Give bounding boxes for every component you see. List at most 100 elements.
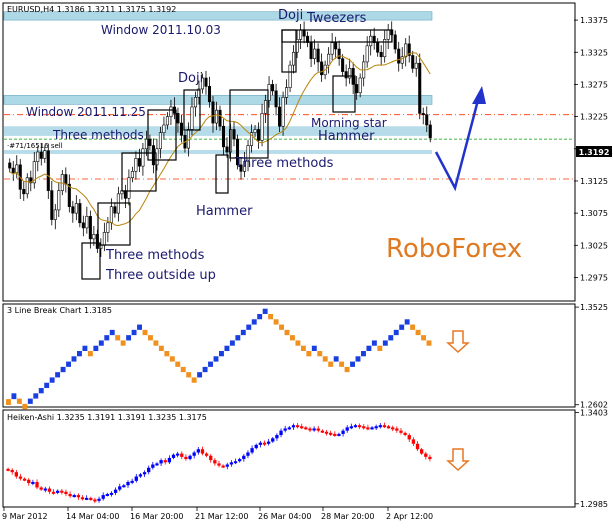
line-break-brick <box>339 361 345 367</box>
y-tick-label: 1.2975 <box>580 273 608 282</box>
candle <box>78 203 82 224</box>
ha-candle <box>60 490 64 493</box>
candle <box>330 42 334 55</box>
candle <box>106 222 110 233</box>
ha-candle <box>200 449 205 454</box>
line-break-brick <box>60 366 66 373</box>
chart-window: 1.33751.33251.32751.32251.31751.31251.30… <box>0 0 613 524</box>
ha-candle <box>250 448 254 453</box>
candle <box>341 58 345 72</box>
line-break-brick <box>137 324 142 330</box>
pattern-label-morning-star: Morning star <box>311 116 387 130</box>
ha-candle <box>192 452 196 456</box>
ha-candle <box>395 428 399 431</box>
line-break-brick <box>421 335 426 341</box>
ha-candle <box>68 493 72 497</box>
candle <box>204 77 208 87</box>
candle <box>15 164 19 173</box>
ha-candle <box>109 492 114 495</box>
candle <box>411 55 415 69</box>
candle <box>25 177 29 195</box>
line-break-brick <box>55 372 61 378</box>
ha-candle <box>159 460 163 464</box>
ha-candle <box>64 491 68 494</box>
y-tick-label: 1.3275 <box>580 80 608 89</box>
line-break-brick <box>257 313 263 320</box>
candle <box>225 146 229 153</box>
line-break-brick <box>202 366 208 373</box>
ha-candle <box>163 460 167 463</box>
ha-candle <box>258 442 263 445</box>
ha-candle <box>341 430 345 434</box>
ha-candle <box>304 427 308 430</box>
ha-candle <box>424 453 428 457</box>
candle <box>92 234 96 240</box>
ha-candle <box>287 427 291 430</box>
candle <box>285 87 289 98</box>
ha-candle <box>151 464 155 468</box>
ha-candle <box>122 485 126 488</box>
line-break-brick <box>186 372 192 378</box>
ha-candle <box>242 455 246 460</box>
candle <box>218 109 222 127</box>
candle <box>144 138 148 150</box>
candle <box>264 100 268 114</box>
candle <box>22 189 26 195</box>
x-tick-label: 9 Mar 2012 <box>2 512 48 521</box>
candle <box>137 158 141 167</box>
ha-candle <box>51 491 56 494</box>
line-break-brick <box>295 340 301 346</box>
ha-candle <box>84 497 89 500</box>
ha-candle <box>378 425 382 428</box>
ha-candle <box>366 427 370 430</box>
ha-candle <box>221 465 225 468</box>
candle <box>428 124 432 139</box>
candle <box>327 53 331 66</box>
ha-candle <box>196 449 200 453</box>
ha-candle <box>295 425 300 428</box>
ha-candle <box>217 463 221 466</box>
pattern-label-doji: Doji <box>178 71 203 86</box>
ma-label: ·#71/16516 sell <box>7 142 63 150</box>
line-break-brick <box>344 366 350 373</box>
ha-candle <box>180 453 184 457</box>
ha-candle <box>126 481 130 486</box>
line-break-brick <box>382 340 388 346</box>
candle <box>8 162 12 169</box>
ha-candle <box>300 426 304 429</box>
candle <box>379 51 383 58</box>
line-break-brick <box>98 340 104 346</box>
ha-candle <box>6 468 10 471</box>
candle <box>102 232 106 246</box>
ha-candle <box>374 426 378 429</box>
line-break-brick <box>355 356 361 362</box>
ha-candle <box>43 488 47 491</box>
ha-candle <box>316 428 320 431</box>
ha-candle <box>357 425 362 428</box>
candle <box>337 48 341 59</box>
candle <box>53 209 57 220</box>
line-break-brick <box>415 329 421 336</box>
x-tick-label: 28 Mar 20:00 <box>321 512 374 521</box>
candle <box>39 151 43 159</box>
ha-candle <box>155 463 159 466</box>
line-break-brick <box>229 340 235 346</box>
ha-candle <box>391 427 395 430</box>
ha-candle <box>428 456 432 460</box>
candle <box>165 116 169 126</box>
ha-candle <box>213 460 217 464</box>
ha-candle <box>320 430 325 433</box>
line-break-brick <box>164 351 170 357</box>
ha-candle <box>225 464 229 467</box>
ha-candle <box>142 472 147 475</box>
ha-candle <box>175 453 180 456</box>
ha-candle <box>118 486 122 490</box>
ha-candle <box>113 489 118 493</box>
x-tick-label: 2 Apr 12:00 <box>386 512 433 521</box>
candle <box>281 97 285 127</box>
candle <box>43 150 47 159</box>
line-break-brick <box>71 356 77 362</box>
line-break-brick <box>273 319 279 325</box>
line-break-brick <box>290 335 295 341</box>
candle <box>71 206 75 214</box>
